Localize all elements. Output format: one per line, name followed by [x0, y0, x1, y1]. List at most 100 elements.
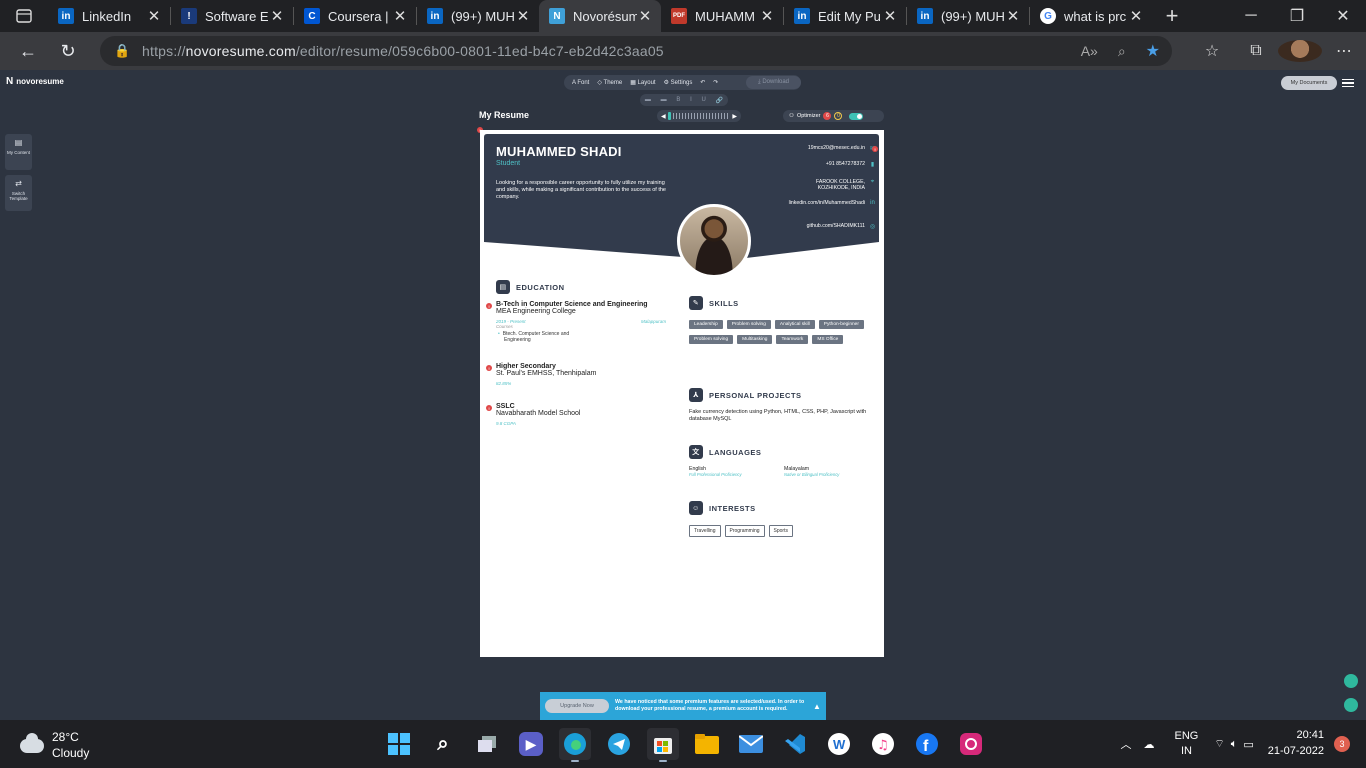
close-tab-icon[interactable]: ✕ — [269, 7, 285, 25]
back-button[interactable]: ← — [8, 32, 48, 70]
redo-icon[interactable]: ↷ — [713, 79, 718, 86]
zoom-icon[interactable]: ⌕ — [1118, 43, 1126, 60]
close-window-button[interactable]: ✕ — [1320, 0, 1366, 32]
contact-warning-icon[interactable]: ! — [872, 146, 878, 152]
contact-phone[interactable]: +91 8547278372 ▮ — [826, 161, 876, 168]
browser-tab[interactable]: N Novorésum ✕ — [539, 0, 661, 32]
projects-heading[interactable]: ⅄ PERSONAL PROJECTS — [689, 388, 802, 402]
vscode-icon[interactable] — [779, 728, 811, 760]
skill-chip[interactable]: Analytical skill — [774, 320, 815, 329]
telegram-icon[interactable] — [603, 728, 635, 760]
clock[interactable]: 20:41 21-07-2022 — [1268, 728, 1324, 760]
underline-button[interactable]: U — [701, 97, 705, 103]
skill-chip[interactable]: Problem solving — [726, 320, 771, 329]
minimize-button[interactable]: ─ — [1228, 0, 1274, 32]
chat-app-icon[interactable]: ▶ — [519, 732, 543, 756]
slider-track[interactable] — [672, 113, 731, 119]
resume-summary[interactable]: Looking for a responsible career opportu… — [496, 180, 666, 201]
optimizer-widget[interactable]: ⚇ Optimizer 6 0 — [783, 110, 884, 122]
align-center-button[interactable]: ▬ — [661, 97, 667, 103]
upgrade-now-button[interactable]: Upgrade Now — [545, 699, 609, 713]
help-icon[interactable] — [1344, 698, 1358, 712]
skill-chip[interactable]: Multitasking — [737, 335, 773, 344]
browser-tab[interactable]: in (99+) MUH ✕ — [907, 0, 1029, 32]
new-tab-button[interactable]: + — [1152, 3, 1192, 29]
store-icon[interactable] — [647, 728, 679, 762]
close-tab-icon[interactable]: ✕ — [882, 7, 898, 25]
collections-icon[interactable]: ⧉ — [1234, 42, 1278, 60]
browser-tab[interactable]: in Edit My Pu ✕ — [784, 0, 906, 32]
italic-button[interactable]: I — [690, 97, 692, 103]
skill-chip[interactable]: Python-beginner — [818, 320, 864, 329]
warning-icon[interactable]: ! — [486, 365, 492, 371]
document-title[interactable]: My Resume — [479, 110, 529, 120]
refresh-button[interactable]: ↻ — [48, 32, 88, 70]
interest-chip[interactable]: Programming — [724, 525, 765, 537]
address-bar[interactable]: 🔒 https://novoresume.com/editor/resume/0… — [100, 36, 1172, 66]
chat-icon[interactable] — [1344, 674, 1358, 688]
contact-email[interactable]: 19mcs20@mesec.edu.in ✉ — [808, 145, 876, 152]
close-tab-icon[interactable]: ✕ — [637, 7, 653, 25]
lock-icon[interactable]: 🔒 — [114, 43, 142, 59]
weather-widget[interactable]: 28°C Cloudy — [20, 730, 89, 761]
close-tab-icon[interactable]: ✕ — [392, 7, 408, 25]
contact-github[interactable]: github.com/SHADIMK111 ◎ — [807, 223, 876, 230]
close-tab-icon[interactable]: ✕ — [759, 7, 775, 25]
skill-chip[interactable]: Teamwork — [776, 335, 809, 344]
mail-icon[interactable] — [735, 728, 767, 760]
education-entry[interactable]: SSLC Navabharath Model School 9.8 CGPA — [496, 403, 666, 426]
contact-location[interactable]: FAROOK COLLEGE, KOZHIKODE, INDIA ⌖ — [803, 179, 876, 191]
spacing-slider[interactable]: ◀ ▶ — [657, 110, 741, 122]
my-content-button[interactable]: ▤ My Content — [5, 134, 32, 170]
link-button[interactable]: 🔗 — [716, 97, 723, 104]
slider-left-arrow-icon[interactable]: ◀ — [661, 113, 666, 120]
edge-icon[interactable] — [559, 728, 591, 762]
education-entry[interactable]: Higher Secondary St. Paul's EMHSS, Thenh… — [496, 363, 666, 386]
resume-role[interactable]: Student — [496, 160, 520, 167]
resume-name[interactable]: MUHAMMED SHADI — [496, 144, 622, 159]
more-menu-icon[interactable]: ⋯ — [1322, 41, 1366, 61]
facebook-icon[interactable]: f — [911, 728, 943, 760]
notification-badge[interactable]: 3 — [1334, 736, 1350, 752]
interests-heading[interactable]: ☺ INTERESTS — [689, 501, 756, 515]
browser-tab[interactable]: in (99+) MUH ✕ — [417, 0, 539, 32]
switch-template-button[interactable]: ⇄ Switch Template — [5, 175, 32, 211]
language-entry[interactable]: Malayalam Native or Bilingual Proficienc… — [784, 466, 839, 477]
interest-chip[interactable]: Sports — [768, 525, 793, 537]
skills-heading[interactable]: ✎ SKILLS — [689, 296, 739, 310]
download-button[interactable]: ⤓ Download — [745, 76, 801, 89]
browser-tab[interactable]: in LinkedIn ✕ — [48, 0, 170, 32]
my-documents-button[interactable]: My Documents — [1281, 76, 1337, 90]
language-entry[interactable]: English Full Professional Proficiency — [689, 466, 742, 477]
browser-tab[interactable]: Gwhat is prc ✕ — [1030, 0, 1152, 32]
wifi-icon[interactable]: ⌔ — [1214, 737, 1224, 751]
languages-heading[interactable]: 文 LANGUAGES — [689, 445, 761, 459]
wps-icon[interactable]: W — [823, 728, 855, 760]
browser-tab[interactable]: ! Software E ✕ — [171, 0, 293, 32]
favorites-icon[interactable]: ☆ — [1190, 41, 1234, 61]
search-icon[interactable]: ⌕ — [427, 728, 459, 760]
browser-tab[interactable]: PDF MUHAMM ✕ — [661, 0, 783, 32]
font-button[interactable]: A Font — [572, 80, 589, 86]
task-view-icon[interactable] — [471, 728, 503, 760]
profile-photo[interactable] — [677, 204, 751, 278]
education-entry[interactable]: B-Tech in Computer Science and Engineeri… — [496, 301, 666, 343]
instagram-icon[interactable] — [955, 728, 987, 760]
itunes-icon[interactable]: ♫ — [867, 728, 899, 760]
battery-icon[interactable]: ▭ — [1243, 738, 1253, 751]
project-description[interactable]: Fake currency detection using Python, HT… — [689, 409, 869, 423]
onedrive-cloud-icon[interactable]: ☁ — [1144, 738, 1155, 751]
close-tab-icon[interactable]: ✕ — [1128, 7, 1144, 25]
browser-tab[interactable]: C Coursera | ✕ — [294, 0, 416, 32]
optimizer-toggle[interactable] — [849, 112, 864, 120]
hamburger-menu-icon[interactable] — [1342, 79, 1354, 87]
layout-button[interactable]: ▦ Layout — [630, 79, 655, 86]
bold-button[interactable]: B — [676, 97, 680, 103]
settings-button[interactable]: ⚙ Settings — [664, 79, 693, 86]
warning-icon[interactable]: ! — [486, 405, 492, 411]
skill-chip[interactable]: MS Office — [812, 335, 844, 344]
slider-right-arrow-icon[interactable]: ▶ — [732, 113, 737, 120]
align-left-button[interactable]: ▬ — [645, 97, 651, 103]
profile-avatar[interactable] — [1278, 40, 1322, 62]
close-tab-icon[interactable]: ✕ — [146, 7, 162, 25]
